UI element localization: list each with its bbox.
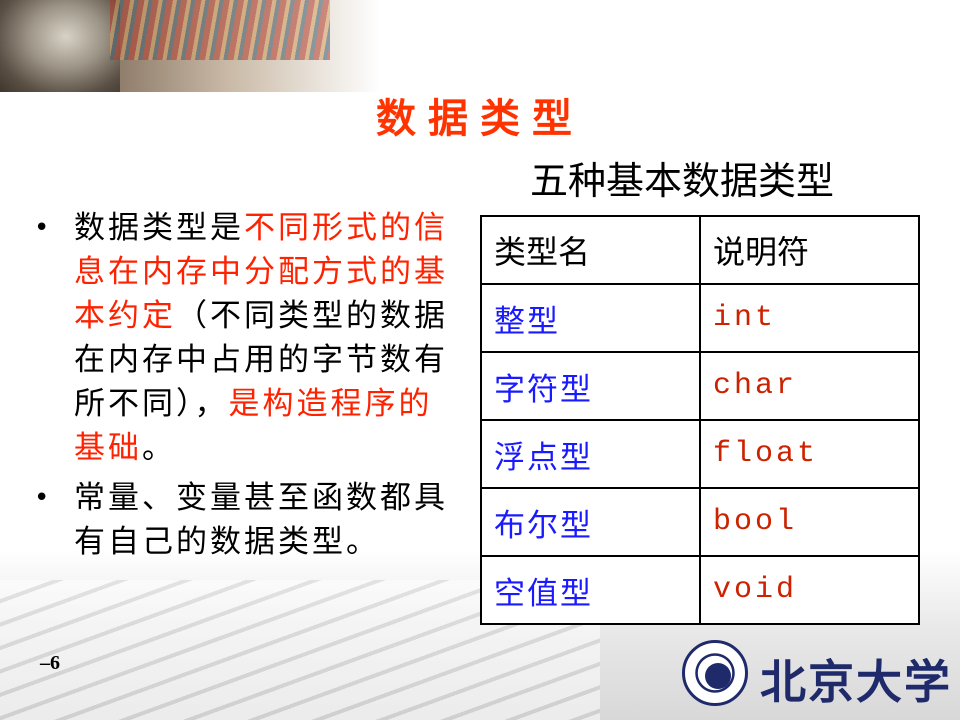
- specifier-cell: bool: [699, 487, 920, 557]
- bullet-list: • 数据类型是不同形式的信息在内存中分配方式的基本约定（不同类型的数据在内存中占…: [34, 206, 454, 570]
- specifier-cell: float: [699, 419, 920, 489]
- table-row: 整型 int: [480, 283, 920, 353]
- table-header-row: 类型名 说明符: [480, 215, 920, 285]
- university-name: 北京大学: [760, 655, 952, 709]
- bullet-dot-icon: •: [34, 213, 53, 243]
- page-number: –6: [40, 652, 60, 674]
- column-header-type-name: 类型名: [480, 215, 701, 285]
- bullet-dot-icon: •: [34, 483, 53, 513]
- specifier-cell: char: [699, 351, 920, 421]
- type-name-cell: 整型: [480, 283, 701, 353]
- data-types-table: 类型名 说明符 整型 int 字符型 char 浮点型 float 布尔型 bo…: [480, 215, 920, 625]
- peking-university-seal-icon: [682, 640, 748, 706]
- seal-center-icon: [705, 663, 731, 689]
- table-row: 浮点型 float: [480, 419, 920, 489]
- bullet-item: • 常量、变量甚至函数都具有自己的数据类型。: [34, 476, 454, 564]
- type-name-cell: 浮点型: [480, 419, 701, 489]
- bullet-text: 数据类型是: [74, 210, 244, 246]
- bullet-item: • 数据类型是不同形式的信息在内存中分配方式的基本约定（不同类型的数据在内存中占…: [34, 206, 454, 470]
- specifier-cell: void: [699, 555, 920, 625]
- stone-lion-image: [0, 0, 120, 92]
- specifier-cell: int: [699, 283, 920, 353]
- table-row: 布尔型 bool: [480, 487, 920, 557]
- table-row: 空值型 void: [480, 555, 920, 625]
- bullet-text: 常量、变量甚至函数都具有自己的数据类型。: [74, 480, 448, 560]
- table-row: 字符型 char: [480, 351, 920, 421]
- type-name-cell: 空值型: [480, 555, 701, 625]
- bullet-text: 。: [142, 430, 176, 466]
- header-banner-image: [0, 0, 380, 92]
- type-name-cell: 字符型: [480, 351, 701, 421]
- roof-decoration-image: [110, 0, 330, 60]
- slide-title: 数据类型: [376, 95, 584, 142]
- column-header-specifier: 说明符: [699, 215, 920, 285]
- type-name-cell: 布尔型: [480, 487, 701, 557]
- table-caption: 五种基本数据类型: [530, 159, 835, 203]
- university-logo: 北京大学: [682, 640, 950, 716]
